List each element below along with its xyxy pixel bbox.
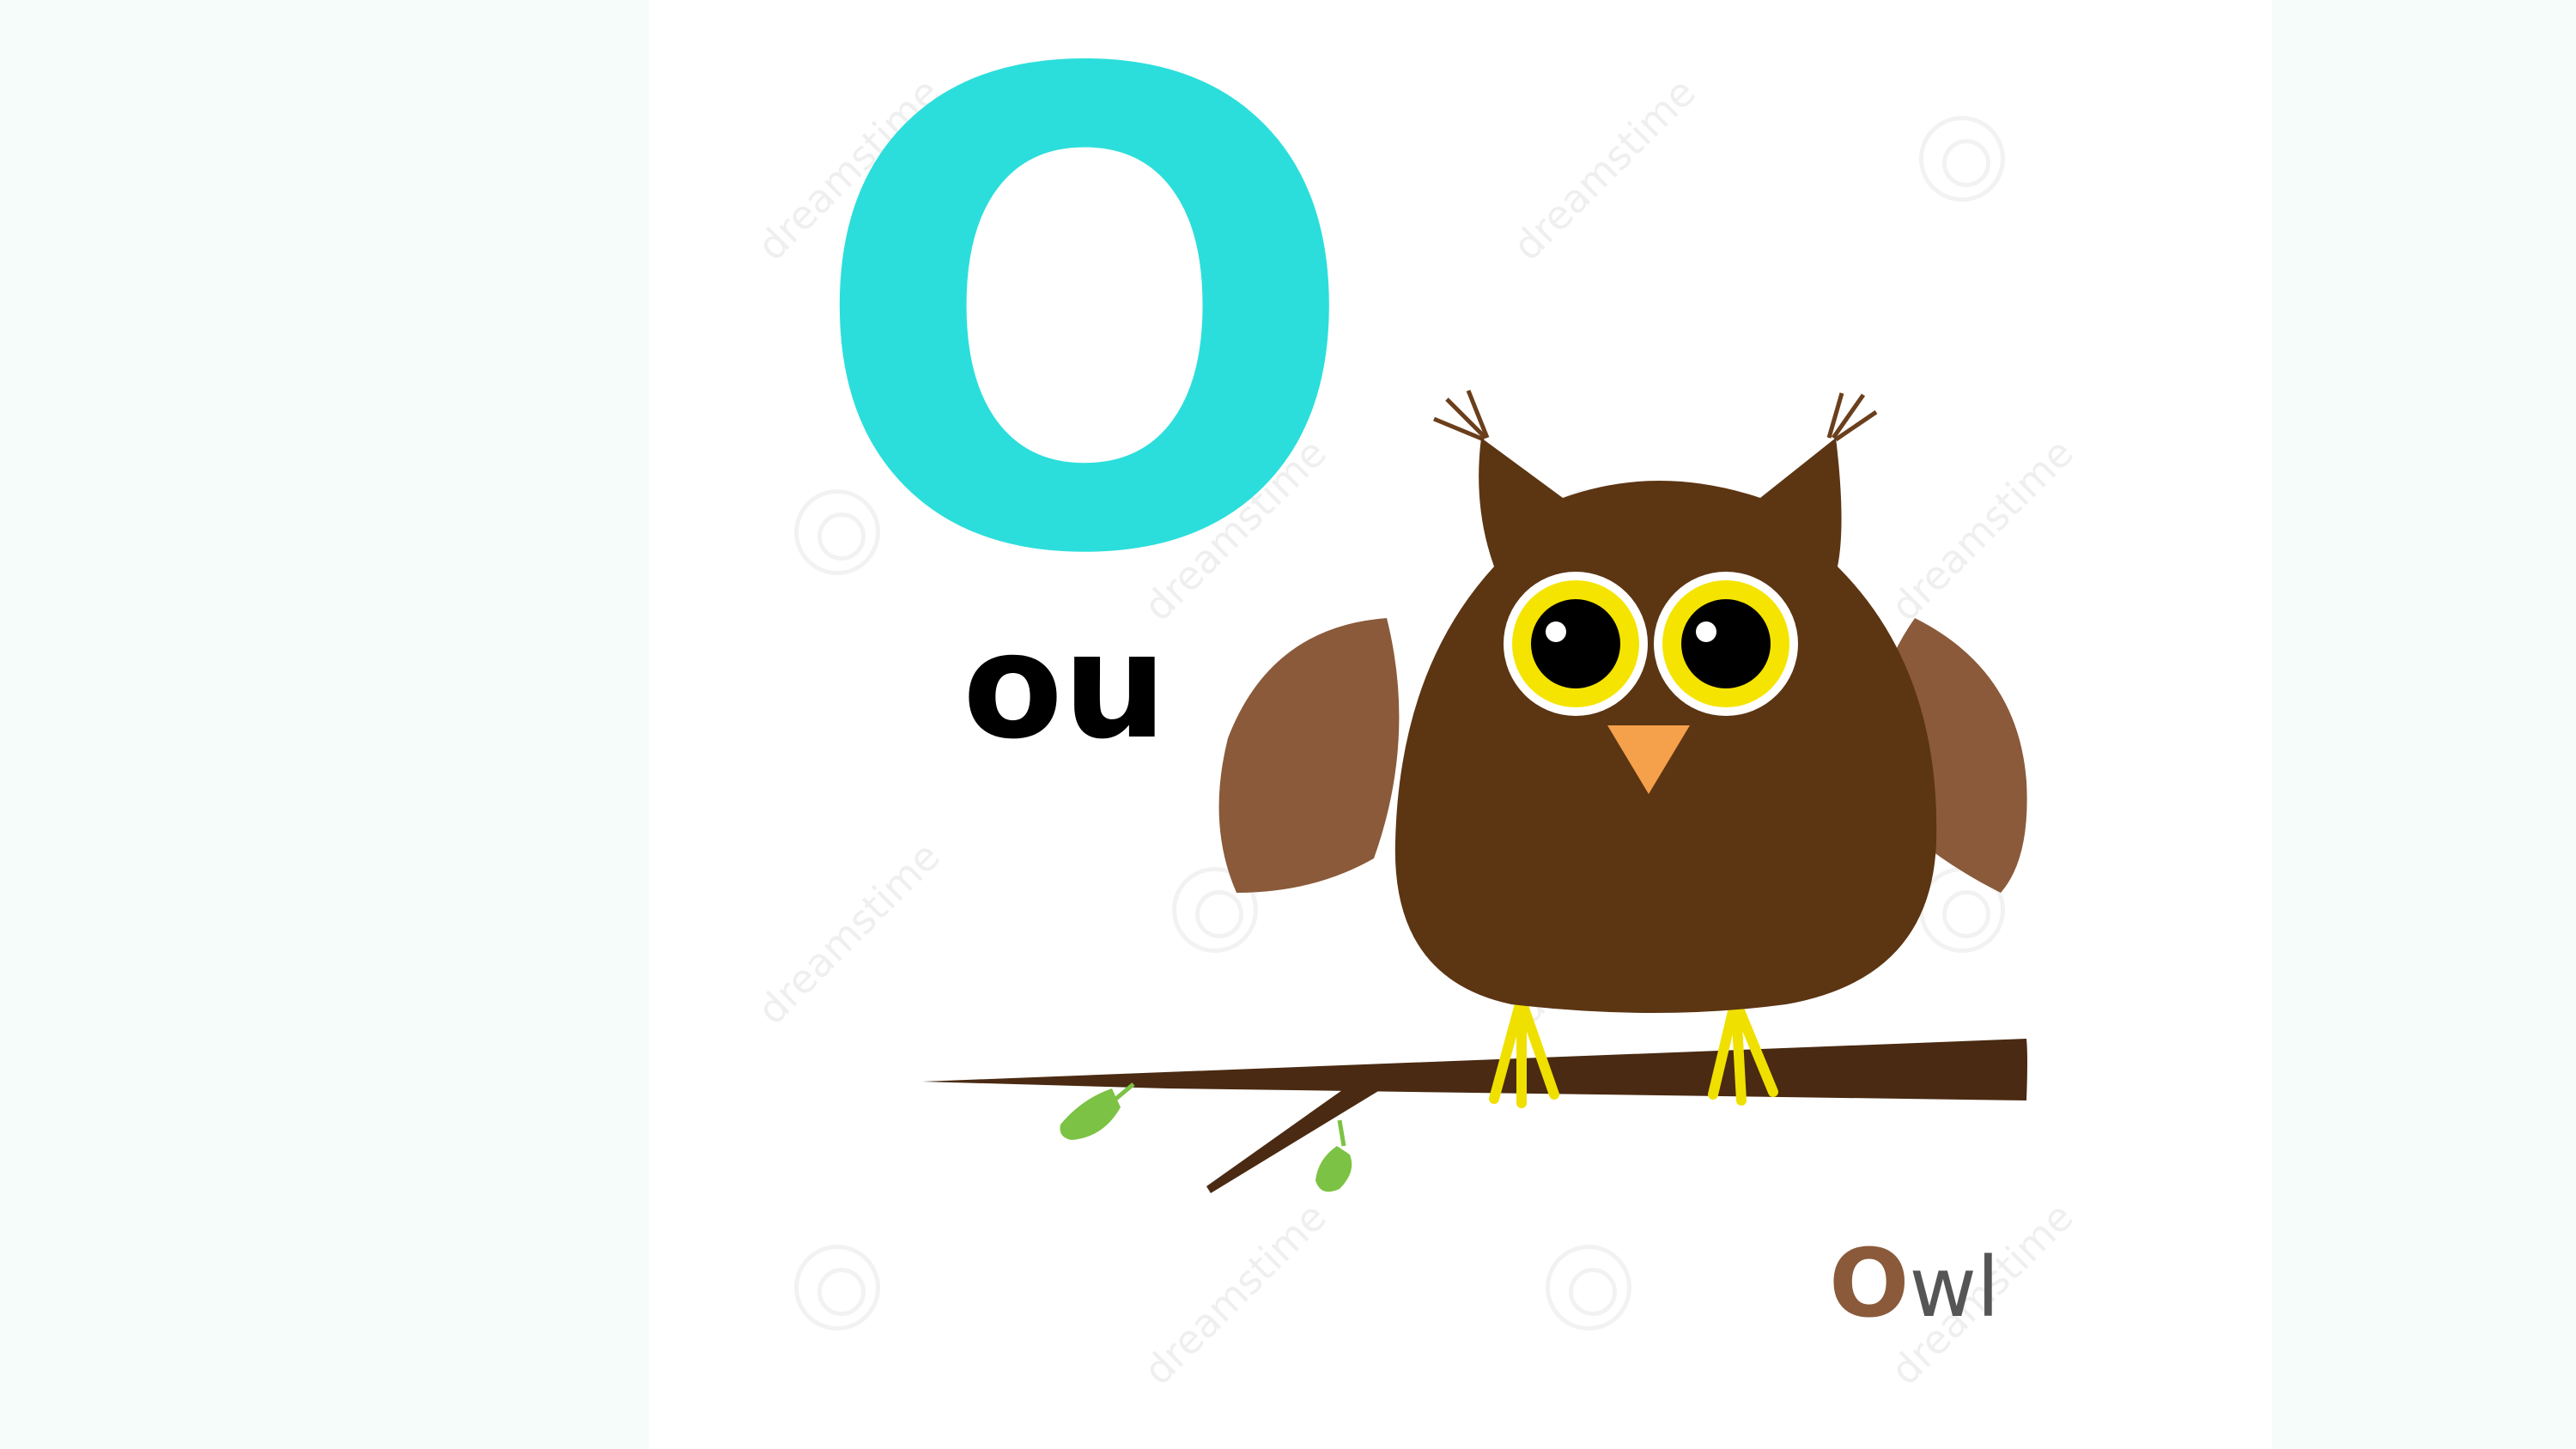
branch [922,1039,2027,1193]
word-rest: wl [1909,1240,2000,1336]
vocabulary-word: Owl [1829,1228,2121,1339]
leaf-icon [1315,1146,1352,1192]
owl-illustration [922,390,2027,1193]
owl-ear-tufts [1433,390,1878,442]
leaf-icon [1060,1088,1121,1140]
owl-left-wing [1218,618,1400,893]
word-first-letter: O [1829,1228,1910,1338]
